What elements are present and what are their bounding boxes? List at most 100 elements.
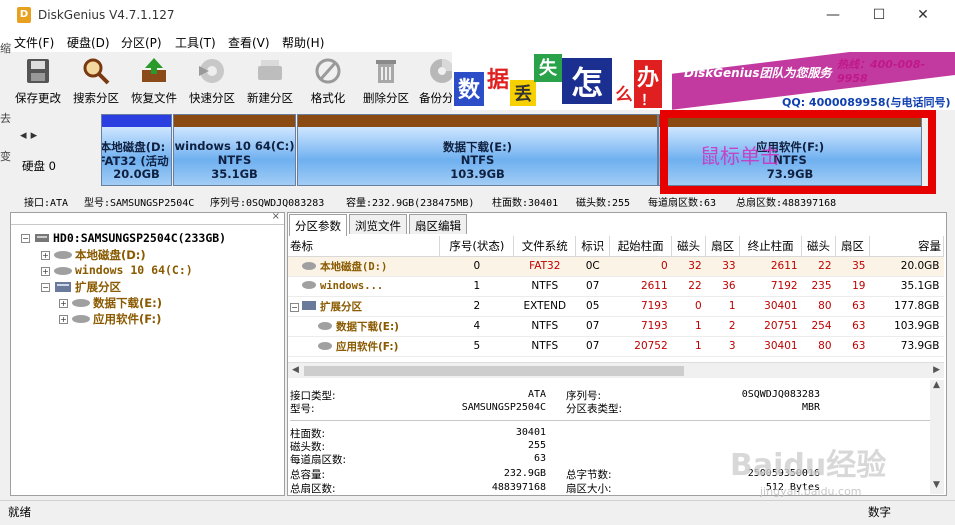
format-button[interactable]: 格式化 — [300, 54, 356, 108]
table-header-row: 卷标 序号(状态) 文件系统 标识 起始柱面 磁头 扇区 终止柱面 磁头 扇区 … — [288, 236, 944, 257]
cell: NTFS — [513, 276, 576, 297]
banner-tile: ！ — [634, 90, 662, 109]
restore-files-button[interactable]: 恢复文件 — [126, 54, 182, 108]
delete-partition-button[interactable]: 删除分区 — [358, 54, 414, 108]
cell: 1 — [671, 316, 706, 337]
col-end-cyl[interactable]: 终止柱面 — [739, 236, 803, 257]
menu-help[interactable]: 帮助(H) — [282, 34, 324, 51]
format-icon — [315, 58, 341, 84]
col-end-sector[interactable]: 扇区 — [835, 236, 870, 257]
banner-brand: DiskGenius团队为您服务 — [684, 66, 832, 80]
tree-disk-hd0[interactable]: HD0:SAMSUNGSP2504C(233GB) — [53, 231, 226, 245]
cell: 0C — [575, 256, 610, 277]
save-changes-button[interactable]: 保存更改 — [10, 54, 66, 108]
disk-info-line: 接口:ATA 型号:SAMSUNGSP2504C 序列号:0SQWDJQ0832… — [10, 192, 955, 209]
col-start-cyl[interactable]: 起始柱面 — [609, 236, 673, 257]
quick-partition-button[interactable]: 快速分区 — [184, 54, 240, 108]
search-partition-button[interactable]: 搜索分区 — [68, 54, 124, 108]
disk-tree-panel[interactable]: × − HD0:SAMSUNGSP2504C(233GB) + 本地磁盘(D:)… — [10, 211, 285, 496]
table-row[interactable]: 数据下载(E:) 4 NTFS 07 7193 1 2 20751 254 63… — [288, 316, 944, 337]
partition-table: 卷标 序号(状态) 文件系统 标识 起始柱面 磁头 扇区 终止柱面 磁头 扇区 … — [288, 236, 944, 357]
tab-sector-edit[interactable]: 扇区编辑 — [409, 214, 467, 234]
tree-item-e[interactable]: 数据下载(E:) — [93, 295, 162, 311]
toolbar-label: 删除分区 — [363, 91, 409, 105]
expand-icon[interactable]: + — [41, 267, 50, 276]
collapse-icon[interactable]: − — [290, 302, 299, 312]
partition-size: 103.9GB — [450, 167, 505, 181]
menu-view[interactable]: 查看(V) — [228, 34, 270, 51]
toolbar-label: 格式化 — [310, 91, 346, 105]
scroll-left-icon[interactable]: ◀ — [292, 365, 299, 375]
col-end-head[interactable]: 磁头 — [801, 236, 837, 257]
magnifier-icon — [83, 58, 110, 85]
cell: 20752 — [609, 336, 672, 357]
menu-tools[interactable]: 工具(T) — [175, 34, 216, 51]
table-row[interactable]: 应用软件(F:) 5 NTFS 07 20752 1 3 30401 80 63… — [288, 336, 944, 357]
close-button[interactable]: ✕ — [908, 4, 938, 26]
detail-label: 每道扇区数: — [290, 454, 347, 466]
advert-banner[interactable]: 数 据 丢 失 怎 么 办 ！ DiskGenius团队为您服务 热线：400-… — [452, 52, 955, 110]
table-row[interactable]: − 扩展分区 2 EXTEND 05 7193 0 1 30401 80 63 1… — [288, 296, 944, 317]
expand-icon[interactable]: + — [41, 251, 50, 260]
toolbar-label: 恢复文件 — [131, 91, 177, 105]
table-row[interactable]: windows... 1 NTFS 07 2611 22 36 7192 235… — [288, 276, 944, 297]
partition-usage-bar — [174, 115, 295, 127]
vertical-scrollbar[interactable]: ▲ ▼ — [930, 380, 944, 494]
table-row[interactable]: 本地磁盘(D:) 0 FAT32 0C 0 32 33 2611 22 35 2… — [288, 256, 944, 277]
menu-partition[interactable]: 分区(P) — [121, 34, 162, 51]
detail-value: 0SQWDJQ083283 — [741, 389, 820, 400]
tree-item-c[interactable]: windows 10 64(C:) — [75, 263, 193, 277]
diskmap-partition-d[interactable]: 本地磁盘(D: FAT32 (活动 20.0GB — [101, 114, 172, 186]
scrollbar-thumb[interactable] — [304, 366, 684, 376]
menu-file[interactable]: 文件(F) — [14, 34, 54, 51]
cell: 32 — [671, 256, 706, 277]
cell: 07 — [575, 316, 610, 337]
expand-icon[interactable]: + — [59, 315, 68, 324]
collapse-icon[interactable]: − — [41, 283, 50, 292]
col-capacity[interactable]: 容量 — [869, 236, 944, 257]
cell: 4 — [439, 316, 514, 337]
col-start-sector[interactable]: 扇区 — [705, 236, 741, 257]
info-capacity: 容量:232.9GB(238475MB) — [346, 198, 475, 209]
banner-phone: 热线：400-008-9958 — [837, 58, 926, 85]
cell: 80 — [801, 336, 836, 357]
col-label[interactable]: 卷标 — [288, 236, 441, 257]
scroll-up-icon[interactable]: ▲ — [933, 380, 940, 390]
cell: EXTEND — [513, 296, 576, 317]
hard-disk-icon — [35, 234, 49, 242]
collapse-icon[interactable]: − — [21, 234, 30, 243]
partition-name: windows 10 64(C:) — [174, 139, 295, 153]
new-partition-button[interactable]: 新建分区 — [242, 54, 298, 108]
tree-item-d[interactable]: 本地磁盘(D:) — [75, 247, 146, 263]
diskmap-partition-e[interactable]: 数据下载(E:) NTFS 103.9GB — [297, 114, 658, 186]
banner-tile: 办 — [634, 60, 662, 91]
col-index[interactable]: 序号(状态) — [439, 236, 515, 257]
cell: 1 — [439, 276, 514, 297]
cell: 05 — [575, 296, 610, 317]
diskmap-partition-c[interactable]: windows 10 64(C:) NTFS 35.1GB — [173, 114, 296, 186]
menu-disk[interactable]: 硬盘(D) — [67, 34, 110, 51]
tree-item-f[interactable]: 应用软件(F:) — [93, 311, 161, 327]
pane-close-icon[interactable]: × — [272, 211, 280, 222]
col-id[interactable]: 标识 — [575, 236, 611, 257]
maximize-button[interactable]: ☐ — [864, 4, 894, 26]
cell: 73.9GB — [869, 336, 944, 357]
expand-icon[interactable]: + — [59, 299, 68, 308]
minimize-button[interactable]: — — [818, 4, 848, 26]
horizontal-scrollbar[interactable]: ◀ ▶ — [288, 362, 944, 378]
status-text: 就绪 — [8, 505, 31, 519]
detail-value: 30401 — [515, 427, 546, 438]
cell: 235 — [801, 276, 836, 297]
tab-browse-files[interactable]: 浏览文件 — [349, 214, 407, 234]
scroll-down-icon[interactable]: ▼ — [933, 480, 940, 490]
extended-partition-icon — [55, 282, 71, 292]
col-start-head[interactable]: 磁头 — [671, 236, 707, 257]
tab-partition-params[interactable]: 分区参数 — [289, 214, 347, 236]
scroll-right-icon[interactable]: ▶ — [933, 365, 940, 375]
save-icon — [27, 59, 49, 83]
numlock-indicator: 数字 — [868, 505, 891, 519]
detail-value: 63 — [533, 453, 546, 464]
tree-item-extended[interactable]: 扩展分区 — [75, 279, 121, 295]
col-filesystem[interactable]: 文件系统 — [513, 236, 577, 257]
disk-nav-arrows[interactable]: ◂ ▸ — [20, 128, 37, 143]
